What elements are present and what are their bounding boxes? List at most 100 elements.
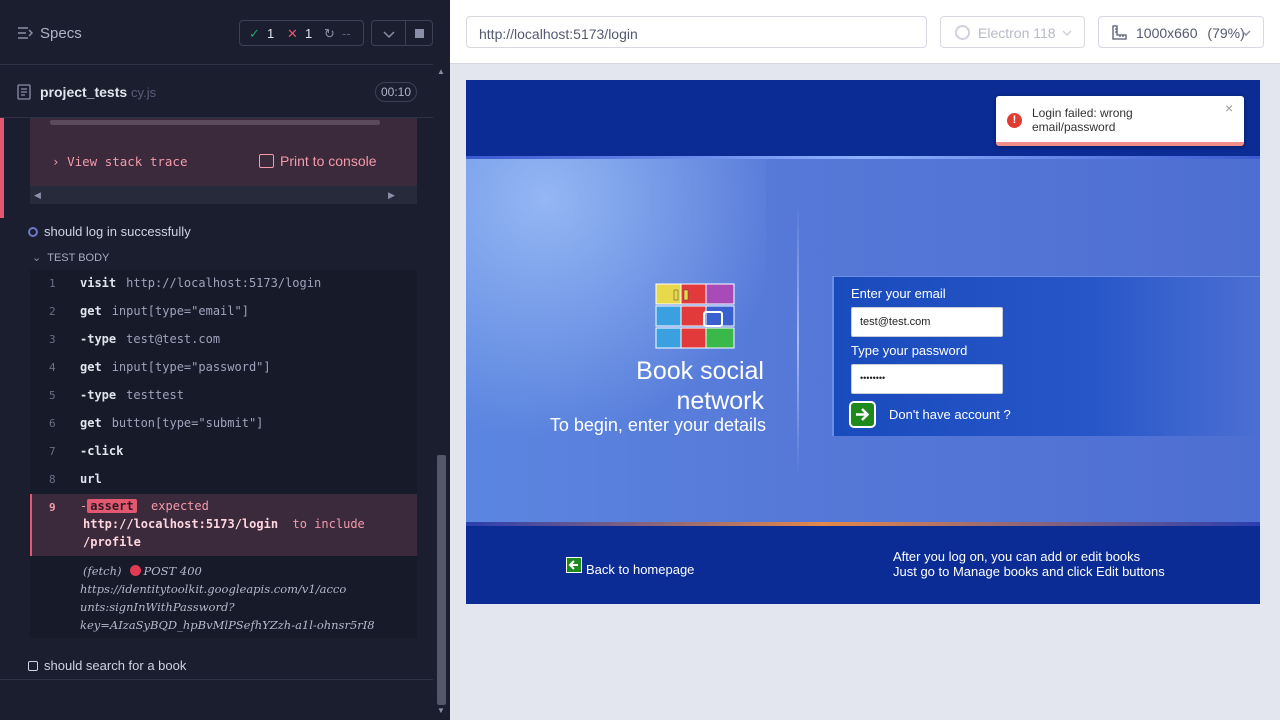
spec-file-header: project_tests cy.js 00:10	[0, 66, 433, 118]
fetch-error-dot-icon	[129, 565, 141, 576]
footer-note: After you log on, you can add or edit bo…	[893, 549, 1165, 579]
close-icon[interactable]: ×	[1225, 100, 1233, 116]
command-message: testtest	[126, 388, 184, 402]
login-error-toast: ! Login failed: wrong email/password ×	[996, 96, 1244, 146]
app-subtitle: To begin, enter your details	[549, 415, 766, 435]
app-under-test: Book social network To begin, enter your …	[466, 80, 1260, 604]
books-logo-icon	[655, 283, 735, 349]
command-row[interactable]: 4 get input[type="password"]	[30, 354, 417, 382]
test-body-toggle[interactable]: ⌄ TEST BODY	[32, 251, 109, 264]
app-title-line: network	[676, 387, 764, 415]
url-bar[interactable]: http://localhost:5173/login	[466, 16, 927, 48]
run-options-button[interactable]	[371, 20, 405, 46]
running-spinner-icon	[28, 227, 38, 237]
test-stats: ✓ 1 ✕ 1 ↻ --	[239, 20, 364, 46]
error-scrollbar[interactable]	[50, 120, 380, 125]
command-log: 1 visit http://localhost:5173/login 2 get…	[30, 270, 417, 638]
fetch-url-line: https://identitytoolkit.googleapis.com/v…	[80, 582, 347, 596]
footer-note-line: Just go to Manage books and click Edit b…	[893, 564, 1165, 579]
command-name: url	[80, 472, 102, 486]
command-number: 1	[49, 277, 56, 290]
command-message: input[type="email"]	[111, 304, 249, 318]
assert-expected-word: expected	[151, 499, 209, 513]
print-to-console-button[interactable]: Print to console	[259, 153, 377, 169]
spec-file-name[interactable]: project_tests cy.js	[40, 84, 156, 100]
browser-selector[interactable]: Electron 118	[940, 16, 1085, 48]
app-title: Book social network	[586, 356, 764, 416]
command-row[interactable]: 8 url	[30, 466, 417, 494]
back-arrow-icon	[566, 557, 582, 573]
scroll-up-arrow[interactable]: ▲	[437, 67, 445, 76]
toast-message: Login failed: wrong email/password	[1032, 106, 1133, 134]
scroll-right-arrow[interactable]: ▶	[388, 190, 395, 201]
electron-icon	[955, 25, 970, 40]
command-name: get	[80, 416, 102, 430]
scroll-left-arrow[interactable]: ◀	[34, 190, 41, 201]
failed-x-icon: ✕	[287, 26, 298, 41]
specs-menu-icon[interactable]	[17, 26, 33, 40]
login-submit-button[interactable]	[849, 401, 876, 428]
command-name: -type	[80, 332, 117, 346]
document-icon	[17, 84, 31, 100]
command-number: 4	[49, 361, 56, 374]
viewport-selector[interactable]: 1000x660 (79%)	[1098, 16, 1264, 48]
command-number: 9	[49, 501, 56, 514]
command-row[interactable]: 1 visit http://localhost:5173/login	[30, 270, 417, 298]
pending-test-icon	[28, 661, 38, 671]
viewport-zoom: (79%)	[1207, 25, 1245, 41]
command-row[interactable]: 5 -type testtest	[30, 382, 417, 410]
test-title-login[interactable]: should log in successfully	[28, 224, 191, 239]
stack-trace-label: View stack trace	[67, 154, 188, 169]
chevron-down-icon: ⌄	[32, 252, 42, 264]
chevron-down-icon	[1062, 30, 1072, 37]
pending-count: --	[342, 26, 351, 41]
reporter-panel: Specs ✓ 1 ✕ 1 ↻ -- project_tests cy.js 0…	[0, 0, 450, 720]
arrow-right-icon	[856, 408, 870, 421]
command-message: button[type="submit"]	[111, 416, 264, 430]
pending-circle-icon: ↻	[324, 26, 335, 41]
command-row[interactable]: 6 get button[type="submit"]	[30, 410, 417, 438]
stop-button[interactable]	[405, 20, 433, 46]
email-field[interactable]: test@test.com	[851, 307, 1003, 337]
command-number: 2	[49, 305, 56, 318]
reporter-scroll-thumb[interactable]	[437, 455, 446, 705]
test-body-label: TEST BODY	[47, 252, 110, 264]
assert-include-word: to include	[292, 517, 365, 531]
login-form: Enter your email test@test.com Type your…	[832, 276, 1260, 436]
reporter-scrollbar[interactable]	[433, 65, 450, 720]
run-duration: 00:10	[375, 82, 417, 102]
browser-toolbar: http://localhost:5173/login Electron 118…	[450, 0, 1280, 64]
app-title-line: Book social	[636, 357, 764, 385]
specs-header: Specs ✓ 1 ✕ 1 ↻ --	[0, 0, 433, 65]
fetch-status: POST 400	[143, 564, 202, 578]
footer-note-line: After you log on, you can add or edit bo…	[893, 549, 1141, 564]
command-number: 7	[49, 445, 56, 458]
browser-name: Electron 118	[978, 25, 1056, 41]
passed-count: 1	[267, 26, 275, 41]
failed-assert-row[interactable]: 9 - assert expected http://localhost:5173…	[30, 494, 417, 556]
test-title-search[interactable]: should search for a book	[28, 658, 186, 673]
spec-file-extension: cy.js	[131, 85, 157, 100]
command-name: -type	[80, 388, 117, 402]
view-stack-trace-toggle[interactable]: › View stack trace	[52, 154, 187, 169]
back-to-homepage-link[interactable]: Back to homepage	[566, 557, 694, 577]
error-horizontal-scrollbar[interactable]	[30, 186, 417, 204]
console-icon	[259, 154, 274, 168]
command-row[interactable]: 7 -click	[30, 438, 417, 466]
command-number: 6	[49, 417, 56, 430]
scroll-down-arrow[interactable]: ▼	[437, 706, 445, 715]
command-row[interactable]: 2 get input[type="email"]	[30, 298, 417, 326]
password-field[interactable]: ••••••••	[851, 364, 1003, 394]
specs-label[interactable]: Specs	[40, 25, 82, 42]
assert-line-1: - assert expected	[80, 499, 209, 513]
command-number: 5	[49, 389, 56, 402]
back-to-homepage-label: Back to homepage	[586, 562, 695, 577]
signup-link[interactable]: Don't have account ?	[889, 407, 1011, 422]
command-number: 8	[49, 473, 56, 486]
command-name: -click	[80, 444, 124, 458]
vertical-divider	[797, 204, 799, 474]
command-row[interactable]: 3 -type test@test.com	[30, 326, 417, 354]
passed-check-icon: ✓	[249, 26, 260, 41]
fetch-request-log[interactable]: (fetch) POST 400 https://identitytoolkit.…	[30, 560, 417, 638]
failed-test-stripe	[0, 118, 4, 218]
